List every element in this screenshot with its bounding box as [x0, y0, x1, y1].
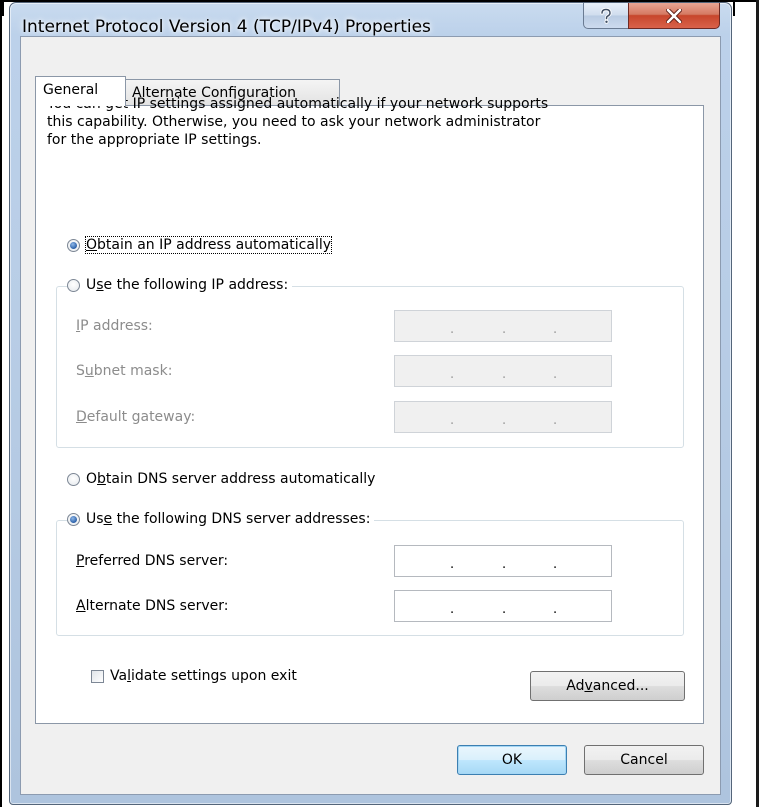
checkbox-unchecked-icon: [91, 669, 104, 683]
cancel-button[interactable]: Cancel: [584, 745, 704, 775]
tab-general[interactable]: General: [35, 76, 126, 106]
obtain-dns-auto-label: Obtain DNS server address automatically: [86, 471, 376, 487]
ip-address-input[interactable]: ...: [394, 310, 612, 342]
intro-text: You can get IP settings assigned automat…: [47, 96, 549, 148]
ok-button[interactable]: OK: [457, 745, 567, 775]
preferred-dns-input[interactable]: ...: [394, 545, 612, 577]
subnet-mask-label: Subnet mask:: [76, 363, 173, 379]
use-ip-label: Use the following IP address:: [86, 277, 289, 293]
screenshot-left-border: [0, 0, 2, 807]
use-dns-label: Use the following DNS server addresses:: [86, 511, 371, 527]
default-gateway-label: Default gateway:: [76, 409, 196, 425]
alternate-dns-label: Alternate DNS server:: [76, 598, 229, 614]
radio-unselected-icon: [67, 278, 80, 292]
default-gateway-input[interactable]: ...: [394, 401, 612, 433]
close-x-icon: [666, 8, 682, 23]
use-dns-radio[interactable]: Use the following DNS server addresses:: [67, 511, 375, 527]
radio-selected-icon: [67, 238, 80, 252]
help-button[interactable]: [583, 3, 629, 29]
obtain-ip-auto-radio[interactable]: Obtain an IP address automatically: [67, 236, 336, 254]
obtain-dns-auto-radio[interactable]: Obtain DNS server address automatically: [67, 471, 380, 487]
dialog-client-area: General Alternate Configuration You can …: [20, 36, 721, 795]
radio-unselected-icon: [67, 472, 80, 486]
ip-address-label: IP address:: [76, 318, 153, 334]
advanced-button[interactable]: Ad v anced...: [530, 671, 685, 701]
validate-settings-checkbox[interactable]: Validate settings upon exit: [91, 668, 301, 684]
alternate-dns-input[interactable]: ...: [394, 590, 612, 622]
dialog-window: Internet Protocol Version 4 (TCP/IPv4) P…: [9, 2, 732, 805]
preferred-dns-label: Preferred DNS server:: [76, 553, 229, 569]
radio-selected-icon: [67, 512, 80, 526]
validate-settings-label: Validate settings upon exit: [110, 668, 297, 684]
obtain-ip-auto-label: Obtain an IP address automatically: [84, 236, 333, 254]
subnet-mask-input[interactable]: ...: [394, 355, 612, 387]
window-title: Internet Protocol Version 4 (TCP/IPv4) P…: [22, 17, 431, 37]
close-button[interactable]: [628, 3, 720, 29]
question-mark-icon: [599, 7, 613, 24]
use-ip-radio[interactable]: Use the following IP address:: [67, 277, 293, 293]
